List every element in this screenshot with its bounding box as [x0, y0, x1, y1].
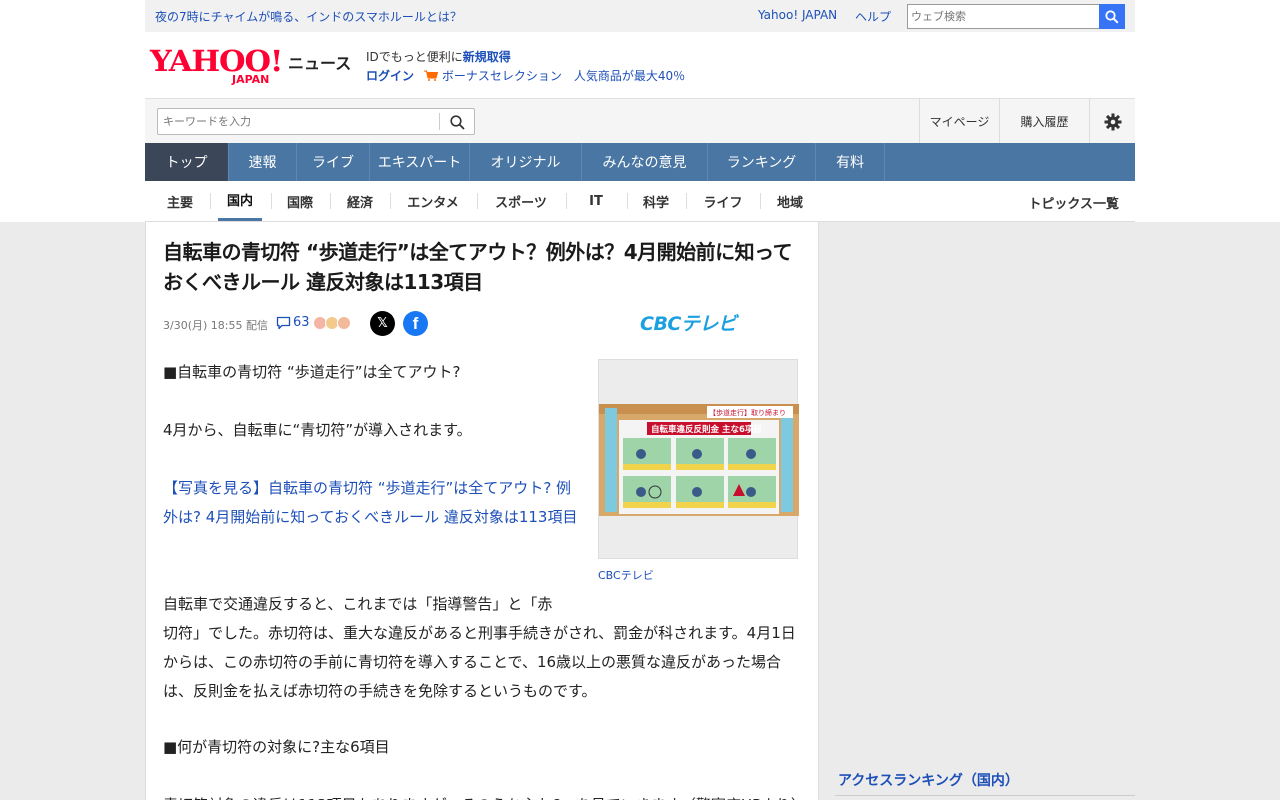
category-divider: [390, 193, 391, 209]
keyword-search-input[interactable]: [157, 108, 475, 135]
category-divider: [210, 193, 211, 209]
settings-button[interactable]: [1089, 99, 1135, 144]
web-search-button[interactable]: [1099, 4, 1125, 29]
category-sports[interactable]: スポーツ: [489, 181, 553, 221]
gnav-live[interactable]: ライブ: [297, 143, 370, 181]
member-prefix: IDでもっと便利に: [366, 50, 463, 64]
comments-link[interactable]: 63: [276, 315, 351, 330]
web-search-input[interactable]: [907, 4, 1100, 29]
category-divider: [627, 193, 628, 209]
article-photo-frame[interactable]: 【歩道走行】取り締まり 自転車違反反則金 主な6項目: [598, 359, 799, 559]
yahoo-news-logo[interactable]: YAHOO! JAPAN: [150, 46, 283, 86]
keyword-search-button[interactable]: [447, 112, 467, 132]
login-link[interactable]: ログイン: [366, 69, 414, 83]
comment-icon: [276, 316, 291, 329]
logo-sub-text: JAPAN: [232, 73, 270, 86]
mypage-link[interactable]: マイページ: [919, 99, 999, 144]
paragraph-body-2: 青切符対象の違反は113項目もありますが、そのうち主な6つを見ていきます（警察庁…: [163, 791, 806, 800]
category-life[interactable]: ライフ: [698, 181, 748, 221]
top-bar: 夜の7時にチャイムが鳴る、インドのスマホルールとは？ Yahoo! JAPAN …: [145, 0, 1135, 32]
article-body: 自転車の青切符 “歩道走行”は全てアウト？例外は？4月開始前に知っておくべきルー…: [145, 222, 819, 800]
category-divider: [566, 193, 567, 209]
category-economy[interactable]: 経済: [341, 181, 379, 221]
paragraph-heading-1: ■自転車の青切符 “歩道走行”は全てアウト?: [163, 363, 461, 381]
member-prompt: IDでもっと便利に新規取得: [366, 48, 511, 65]
category-region[interactable]: 地域: [771, 181, 809, 221]
category-divider: [271, 193, 272, 209]
logo-row: YAHOO! JAPAN ニュース IDでもっと便利に新規取得 ログイン ボーナ…: [145, 32, 1135, 98]
category-divider: [330, 193, 331, 209]
share-facebook-button[interactable]: f: [403, 311, 428, 336]
category-divider: [686, 193, 687, 209]
purchase-history-link[interactable]: 購入履歴: [999, 99, 1089, 144]
facebook-logo-icon: f: [412, 313, 419, 333]
topics-list-link[interactable]: トピックス一覧: [1028, 193, 1119, 212]
help-link[interactable]: ヘルプ: [855, 8, 891, 25]
article-meta: 3/30(月) 18:55 配信: [163, 317, 268, 333]
category-divider: [760, 193, 761, 209]
category-international[interactable]: 国際: [281, 181, 319, 221]
ranking-divider: [835, 795, 1135, 796]
delivered-label: 配信: [245, 319, 268, 332]
article-photo: 【歩道走行】取り締まり 自転車違反反則金 主な6項目: [599, 404, 799, 516]
photo-title-text: 自転車違反反則金 主な6項目: [651, 424, 762, 435]
paragraph-heading-2: ■何が青切符の対象に?主な6項目: [163, 738, 390, 756]
global-nav: トップ 速報 ライブ エキスパート オリジナル みんなの意見 ランキング 有料: [145, 143, 1135, 181]
yahoo-japan-link[interactable]: Yahoo! JAPAN: [758, 8, 837, 22]
gnav-top[interactable]: トップ: [145, 143, 229, 181]
gnav-paid[interactable]: 有料: [816, 143, 885, 181]
svg-text:CBCテレビ: CBCテレビ: [640, 313, 740, 334]
search-icon: [1105, 9, 1119, 24]
share-x-button[interactable]: 𝕏: [370, 311, 395, 336]
category-science[interactable]: 科学: [637, 181, 675, 221]
reaction-face-icon: [336, 315, 351, 330]
logo-main-text: YAHOO!: [150, 44, 283, 78]
category-entertainment[interactable]: エンタメ: [401, 181, 465, 221]
article-headline: 自転車の青切符 “歩道走行”は全てアウト？例外は？4月開始前に知っておくべきルー…: [163, 240, 793, 294]
photo-caption[interactable]: CBCテレビ: [598, 567, 654, 583]
bonus-promo-link[interactable]: ボーナスセレクション 人気商品が最大40％: [442, 69, 685, 83]
svg-text:【歩道走行】取り締まり: 【歩道走行】取り締まり: [709, 408, 786, 417]
access-ranking-title[interactable]: アクセスランキング（国内）: [838, 770, 1019, 790]
gnav-original[interactable]: オリジナル: [470, 143, 582, 181]
member-links: ログイン ボーナスセレクション 人気商品が最大40％: [366, 67, 685, 84]
category-nav: 主要 国内 国際 経済 エンタメ スポーツ IT 科学 ライフ 地域 トピックス…: [145, 181, 1135, 222]
gnav-breaking[interactable]: 速報: [229, 143, 297, 181]
category-major[interactable]: 主要: [161, 181, 199, 221]
photo-gallery-link[interactable]: 【写真を見る】自転車の青切符 “歩道走行”は全てアウト? 例外は? 4月開始前に…: [163, 474, 583, 532]
category-it[interactable]: IT: [577, 181, 615, 221]
paragraph-body-line1: 自転車で交通違反すると、これまでは「指導警告」と「赤: [163, 595, 553, 613]
cart-icon: [423, 70, 438, 81]
category-domestic[interactable]: 国内: [218, 181, 262, 221]
search-row: マイページ 購入履歴: [145, 98, 1135, 144]
reaction-faces-icon: [312, 315, 351, 330]
search-divider: [439, 113, 440, 130]
x-logo-icon: 𝕏: [377, 316, 388, 331]
category-divider: [477, 193, 478, 209]
service-name: ニュース: [288, 54, 352, 73]
gear-icon: [1104, 113, 1121, 130]
promo-link[interactable]: 夜の7時にチャイムが鳴る、インドのスマホルールとは？: [155, 8, 462, 25]
comment-count: 63: [293, 315, 310, 330]
signup-link[interactable]: 新規取得: [463, 50, 511, 64]
article-date: 3/30(月) 18:55: [163, 319, 243, 332]
gnav-opinions[interactable]: みんなの意見: [582, 143, 708, 181]
paragraph-body-rest: 切符」でした。赤切符は、重大な違反があると刑事手続きがされ、罰金が科されます。4…: [163, 624, 796, 700]
gnav-ranking[interactable]: ランキング: [708, 143, 816, 181]
provider-logo[interactable]: CBCテレビ: [638, 312, 798, 335]
search-icon: [449, 114, 465, 130]
gnav-expert[interactable]: エキスパート: [370, 143, 470, 181]
paragraph-intro: 4月から、自転車に“青切符”が導入されます。: [163, 421, 472, 439]
